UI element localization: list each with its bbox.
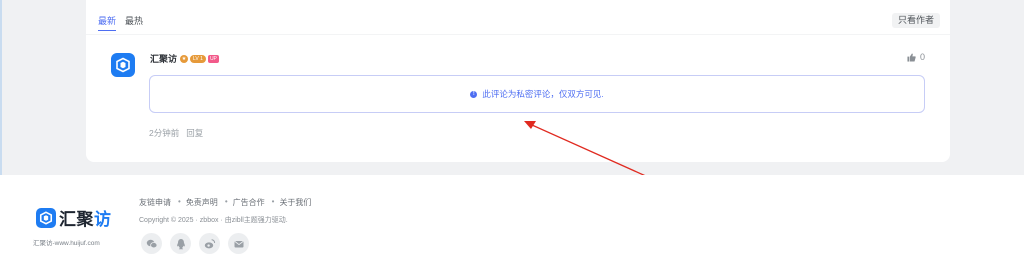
footer-links: 友链申请 • 免责声明 • 广告合作 • 关于我们 [139,197,311,208]
link-separator: • [224,197,228,206]
thumbs-up-icon [907,53,916,62]
level-badge: LV 1 [190,54,206,63]
info-icon: ! [470,90,478,98]
copyright: Copyright © 2025 · zbbox · 由zibll主题强力驱动. [139,217,288,224]
weibo-icon [204,238,215,248]
footer-link-disclaimer[interactable]: 免责声明 [186,197,218,208]
vip-badge: UP [207,54,219,63]
comment-meta: 2分钟前 回复 [149,127,203,139]
reply-link[interactable]: 回复 [186,127,203,139]
tab-hottest[interactable]: 最热 [125,14,143,31]
logo-text: 汇聚访 [59,210,112,229]
link-separator: • [271,197,275,206]
like-count: 0 [919,52,925,62]
private-notice-text: 此评论为私密评论，仅双方可见. [482,89,604,99]
social-links [141,233,249,254]
footer-link-ads[interactable]: 广告合作 [233,197,265,208]
like-button[interactable]: 0 [907,52,925,62]
comments-card: 最新 最热 只看作者 汇聚访 ★ LV 1 UP 0 ! 此评论为私密评论，仅双… [86,0,950,162]
avatar[interactable] [111,53,135,77]
private-comment-notice: ! 此评论为私密评论，仅双方可见. [149,75,925,113]
qq-icon [176,238,185,249]
tab-latest[interactable]: 最新 [98,14,117,31]
email-icon [234,240,243,247]
qq-button[interactable] [170,233,191,254]
comment-sort-tabs: 最新 最热 [98,14,143,31]
comment-author-row: 汇聚访 ★ LV 1 UP [150,52,219,65]
footer-logo[interactable]: 汇聚访 [36,205,112,230]
author-only-button[interactable]: 只看作者 [891,13,940,28]
site-url: 汇聚访-www.huijuf.com [33,240,100,247]
brand-logo-icon [116,57,130,73]
medal-icon: ★ [180,54,189,63]
comment-author-name[interactable]: 汇聚访 [150,52,177,65]
wechat-icon [146,239,157,248]
footer-link-about[interactable]: 关于我们 [279,197,311,208]
link-separator: • [178,197,181,206]
email-button[interactable] [228,233,249,254]
tabs-divider [86,34,950,35]
footer-link-friend[interactable]: 友链申请 [139,197,171,208]
brand-logo-icon [36,207,56,228]
site-footer: 汇聚访 汇聚访-www.huijuf.com 友链申请 • 免责声明 • 广告合… [0,175,1024,280]
weibo-button[interactable] [199,233,220,254]
wechat-button[interactable] [141,233,162,254]
comment-time: 2分钟前 [149,128,180,138]
